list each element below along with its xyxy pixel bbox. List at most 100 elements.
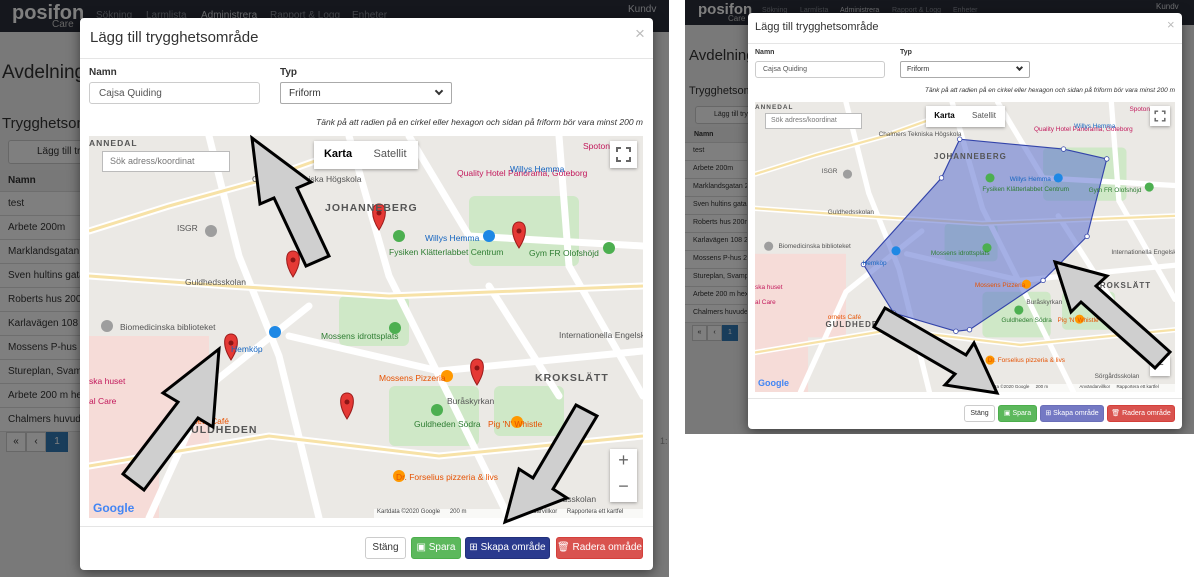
map-search-input[interactable]: Sök adress/koordinat xyxy=(102,151,230,172)
close-icon[interactable]: × xyxy=(635,24,645,44)
radius-hint: Tänk på att radien på en cirkel eller he… xyxy=(316,117,643,127)
create-area-button[interactable]: ⊞ Skapa område xyxy=(465,537,550,559)
delete-area-button[interactable]: 🗑 Radera område xyxy=(556,537,643,559)
map-label-gym: Gym FR Olofshöjd xyxy=(529,248,599,258)
plus-square-icon: ⊞ xyxy=(469,542,481,553)
attrib-terms[interactable]: Användarvillkor xyxy=(516,509,557,515)
google-logo[interactable]: Google xyxy=(758,378,789,388)
type-select-value: Friform xyxy=(289,88,321,99)
map-label-internationella: Internationella Engelska Skolan, IES xyxy=(1111,249,1175,257)
fullscreen-icon xyxy=(1154,110,1166,122)
zoom-in-button[interactable]: + xyxy=(610,450,637,471)
map-label-biomed: Biomedicinska biblioteket xyxy=(778,243,851,250)
map-label-willys_hemma: Willys Hemma xyxy=(1074,123,1116,131)
map-label-krokslatt: KROKSLÄTT xyxy=(535,372,609,384)
attrib-scale: 200 m xyxy=(449,509,467,515)
map-label-biomed: Biomedicinska biblioteket xyxy=(120,322,216,332)
save-label: Spara xyxy=(1012,410,1032,417)
map-label-pig_whistle: Pig 'N' Whistle xyxy=(488,419,543,429)
map-label-dr_forselius: Dr. Forselius pizzeria & livs xyxy=(396,472,499,482)
zoom-out-button[interactable]: − xyxy=(1150,357,1170,372)
marker-dot xyxy=(516,228,522,234)
map-type-control: Karta Satellit xyxy=(926,106,1005,127)
left-screenshot: posifon Care Sökning Larmlista Administr… xyxy=(0,0,669,577)
poi-icon xyxy=(1014,305,1024,315)
polygon-vertex xyxy=(1060,146,1067,152)
save-label: Spara xyxy=(428,542,456,553)
close-button[interactable]: Stäng xyxy=(365,537,406,559)
attrib-report[interactable]: Rapportera ett kartfel xyxy=(567,509,623,515)
attrib-terms[interactable]: Användarvillkor xyxy=(1079,384,1110,389)
close-button[interactable]: Stäng xyxy=(964,405,995,422)
name-input[interactable]: Cajsa Quiding xyxy=(755,61,885,78)
map-type-karta[interactable]: Karta xyxy=(926,106,963,127)
poi-icon xyxy=(891,246,901,256)
map-label-sorgardsskolan: Sörgårdsskolan xyxy=(1094,373,1140,381)
type-label: Typ xyxy=(280,67,298,78)
delete-area-button[interactable]: 🗑 Radera område xyxy=(1107,405,1175,422)
create-area-button[interactable]: ⊞ Skapa område xyxy=(1040,405,1104,422)
type-select[interactable]: Friform xyxy=(900,61,1030,78)
type-select-value: Friform xyxy=(907,66,930,73)
polygon-vertex xyxy=(891,310,897,316)
map-label-mossens_pizzeria: Mossens Pizzeria xyxy=(974,281,1026,289)
close-icon[interactable]: × xyxy=(1167,17,1175,32)
map-type-karta[interactable]: Karta xyxy=(314,141,362,169)
type-select[interactable]: Friform xyxy=(280,82,452,104)
map-label-buraskyrkan: Buråskyrkan xyxy=(447,396,495,406)
type-label: Typ xyxy=(900,49,912,56)
save-button[interactable]: ▣ Spara xyxy=(411,537,461,559)
map-search-input[interactable]: Sök adress/koordinat xyxy=(765,113,862,129)
map-label-willys_hemma2: Willys Hemma xyxy=(425,233,480,243)
footer-divider xyxy=(80,526,653,527)
google-logo[interactable]: Google xyxy=(93,501,134,515)
map-view[interactable]: Chalmers Tekniska Högskola Quality Hotel … xyxy=(755,102,1175,392)
map-label-cafe: ornets Café xyxy=(827,314,862,322)
zoom-out-button[interactable]: − xyxy=(610,476,637,497)
zoom-control: + − xyxy=(610,449,637,502)
poi-icon xyxy=(205,225,217,237)
fullscreen-button[interactable] xyxy=(1150,106,1170,126)
fullscreen-button[interactable] xyxy=(610,141,637,168)
map-label-guldheden_sodra: Guldheden Södra xyxy=(1001,316,1052,324)
map-label-isgr: ISGR xyxy=(821,167,838,175)
map-label-guldheden: GULDHEDEN xyxy=(825,320,885,330)
map-label-mossens_pizzeria: Mossens Pizzeria xyxy=(379,373,446,383)
map-label-annedal: ANNEDAL xyxy=(89,138,138,148)
map-type-satellit[interactable]: Satellit xyxy=(963,106,1005,127)
marker-dot xyxy=(344,399,350,405)
map-label-mossens_idrott: Mossens idrottsplats xyxy=(930,249,990,257)
delete-area-label: Radera område xyxy=(572,542,642,553)
map-label-hemkop: Hemköp xyxy=(862,259,887,267)
name-label: Namn xyxy=(755,49,775,56)
polygon-vertex xyxy=(1040,277,1046,284)
poi-icon xyxy=(483,230,495,242)
polygon-vertex xyxy=(938,175,945,181)
attrib-report[interactable]: Rapportera ett kartfel xyxy=(1116,384,1158,389)
map-label-care: al Care xyxy=(755,299,776,307)
save-button[interactable]: ▣ Spara xyxy=(998,405,1037,422)
poi-icon xyxy=(393,230,405,242)
map-label-mossens_idrott: Mossens idrottsplats xyxy=(321,331,399,341)
poi-icon xyxy=(764,241,774,251)
map-label-fysiken: Fysiken Klätterlabbet Centrum xyxy=(982,186,1070,194)
modal-title: Lägg till trygghetsområde xyxy=(755,21,879,33)
map-label-sjukhuset: ska huset xyxy=(89,376,126,386)
map-label-chalmers: Chalmers Tekniska Högskola xyxy=(878,130,962,138)
attrib-scale: 200 m xyxy=(1035,384,1049,389)
attrib-data[interactable]: Kartdata ©2020 Google xyxy=(377,509,440,515)
divider xyxy=(748,43,1182,44)
fullscreen-icon xyxy=(616,147,631,162)
name-input[interactable]: Cajsa Quiding xyxy=(89,82,260,104)
map-label-care: al Care xyxy=(89,396,117,406)
polygon-vertex xyxy=(1104,156,1110,162)
map-label-gym: Gym FR Olofshöjd xyxy=(1088,186,1142,194)
create-area-label: Skapa område xyxy=(1053,410,1099,417)
attrib-data[interactable]: Kartdata ©2020 Google xyxy=(982,384,1029,389)
map-type-satellit[interactable]: Satellit xyxy=(362,141,418,169)
map-view[interactable]: Chalmers Tekniska Högskola Quality Hotel … xyxy=(89,136,643,518)
poi-icon xyxy=(603,242,615,254)
map-attribution: Kartdata ©2020 Google 200 m Användarvill… xyxy=(374,509,643,518)
map-label-dr_forselius: Dr. Forselius pizzeria & livs xyxy=(987,356,1066,364)
poi-icon xyxy=(269,326,281,338)
